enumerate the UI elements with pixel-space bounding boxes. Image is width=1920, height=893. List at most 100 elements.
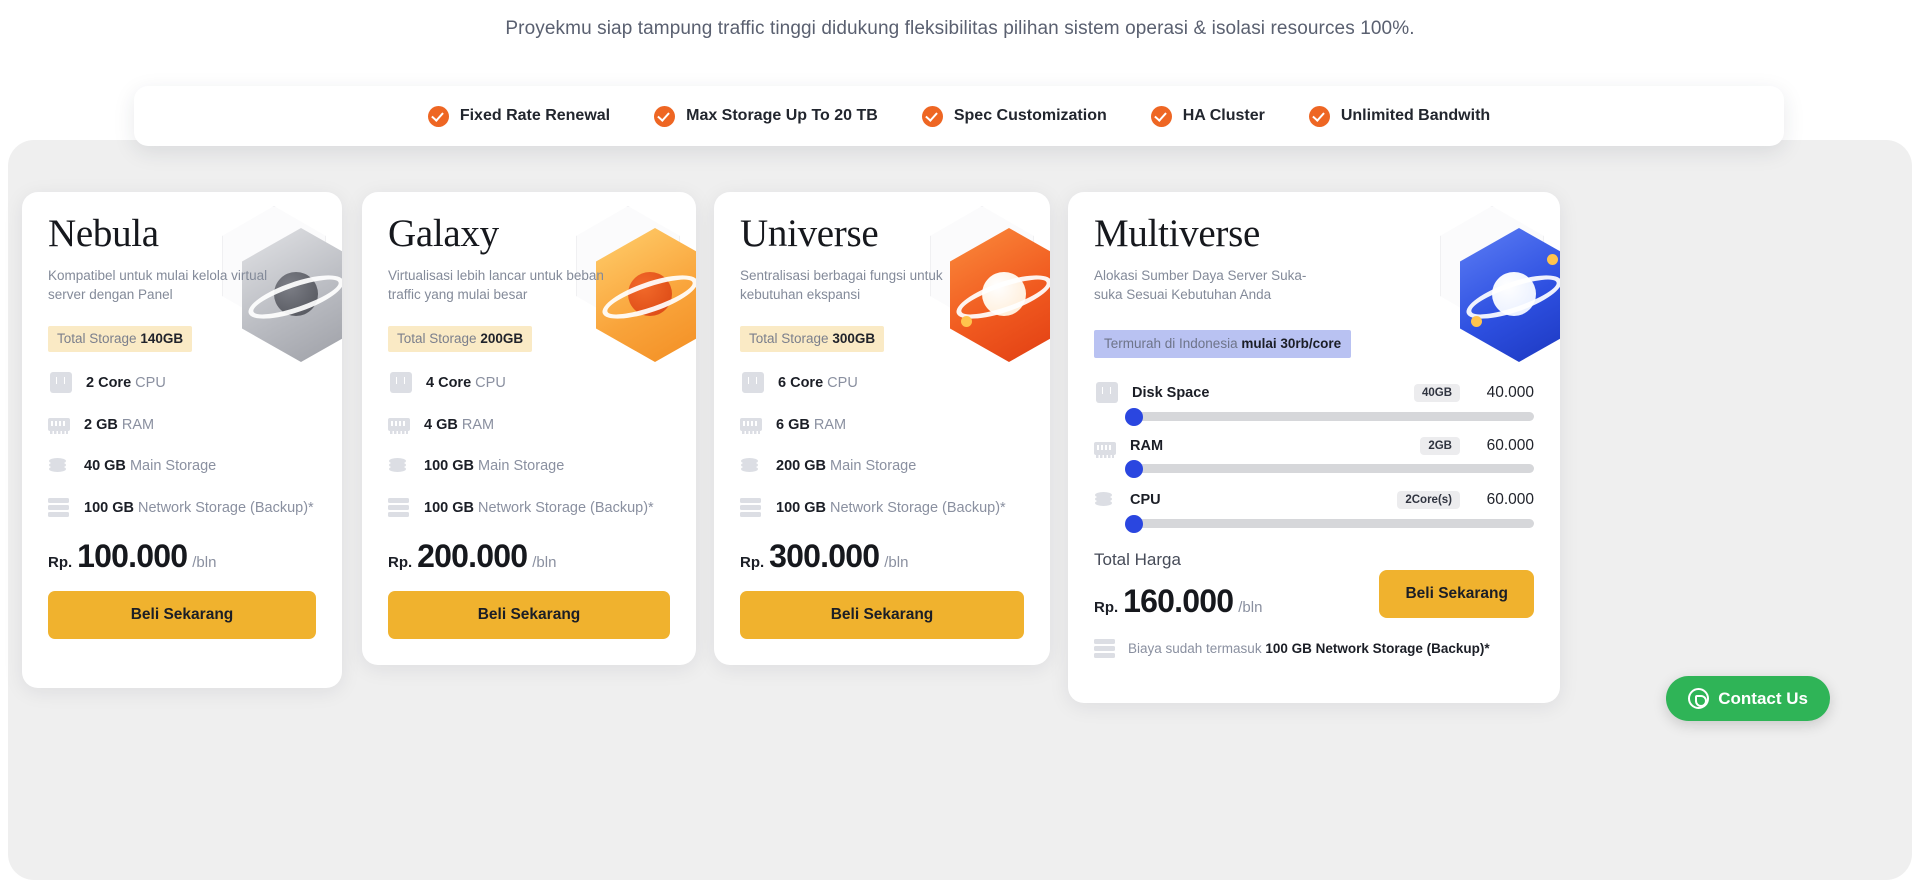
contact-us-button[interactable]: Contact Us <box>1666 676 1830 721</box>
disk-icon <box>1094 490 1116 510</box>
slider-row-cpu: CPU 2Core(s) 60.000 <box>1094 489 1534 528</box>
cpu-icon <box>50 372 72 393</box>
spec-item: 100 GB Network Storage (Backup)* <box>388 497 670 519</box>
spec-unit: Main Storage <box>478 458 564 474</box>
check-circle-icon <box>1309 106 1330 127</box>
price-period: /bln <box>192 554 216 571</box>
total-storage-value: 300GB <box>832 331 875 346</box>
network-icon <box>1094 639 1116 659</box>
plan-description: Sentralisasi berbagai fungsi untuk kebut… <box>740 266 975 304</box>
feature-item-3: HA Cluster <box>1151 106 1265 127</box>
feature-item-1: Max Storage Up To 20 TB <box>654 106 878 127</box>
spec-unit: Main Storage <box>830 458 916 474</box>
spec-value: 100 GB <box>776 500 826 516</box>
spec-list: 6 Core CPU 6 GB RAM 200 GB Main Storage … <box>740 372 1024 519</box>
disk-icon <box>740 456 762 476</box>
feature-label: Spec Customization <box>954 107 1107 125</box>
total-storage-value: 200GB <box>480 331 523 346</box>
slider-label: Disk Space <box>1132 385 1400 401</box>
plan-title: Multiverse <box>1094 214 1534 255</box>
total-storage-badge: Total Storage 140GB <box>48 326 192 352</box>
slider-thumb-ram[interactable] <box>1125 460 1143 478</box>
total-storage-badge: Total Storage 200GB <box>388 326 532 352</box>
slider-value-badge: 2Core(s) <box>1397 491 1460 509</box>
network-icon <box>740 498 762 518</box>
feature-label: Unlimited Bandwith <box>1341 107 1490 125</box>
spec-item: 40 GB Main Storage <box>48 455 316 477</box>
network-icon <box>388 498 410 518</box>
feature-label: Fixed Rate Renewal <box>460 107 610 125</box>
spec-value: 200 GB <box>776 458 826 474</box>
cpu-icon <box>742 372 764 393</box>
disk-icon <box>388 456 410 476</box>
price-period: /bln <box>1238 599 1262 616</box>
feature-item-2: Spec Customization <box>922 106 1107 127</box>
feature-bar: Fixed Rate Renewal Max Storage Up To 20 … <box>134 86 1784 146</box>
total-storage-value: 140GB <box>140 331 183 346</box>
resource-sliders: Disk Space 40GB 40.000 RAM 2GB <box>1094 382 1534 528</box>
plan-description: Virtualisasi lebih lancar untuk beban tr… <box>388 266 623 304</box>
pricing-card-galaxy[interactable]: Galaxy Virtualisasi lebih lancar untuk b… <box>362 192 696 665</box>
cheapest-value: mulai 30rb/core <box>1241 336 1341 351</box>
price-amount: 160.000 <box>1123 583 1233 620</box>
check-circle-icon <box>428 106 449 127</box>
buy-button[interactable]: Beli Sekarang <box>1379 570 1534 618</box>
spec-unit: CPU <box>135 375 166 391</box>
check-circle-icon <box>654 106 675 127</box>
slider-row-ram: RAM 2GB 60.000 <box>1094 437 1534 473</box>
currency: Rp. <box>740 554 764 571</box>
spec-value: 100 GB <box>84 500 134 516</box>
slider-thumb-disk[interactable] <box>1125 408 1143 426</box>
spec-item: 2 GB RAM <box>48 414 316 436</box>
spec-unit: CPU <box>475 375 506 391</box>
disk-icon <box>48 456 70 476</box>
spec-unit: RAM <box>814 417 846 433</box>
slider-price: 60.000 <box>1474 491 1534 509</box>
spec-item: 200 GB Main Storage <box>740 455 1024 477</box>
pricing-card-multiverse[interactable]: Multiverse Alokasi Sumber Daya Server Su… <box>1068 192 1560 703</box>
price-period: /bln <box>884 554 908 571</box>
slider-value-badge: 2GB <box>1420 437 1460 455</box>
plan-title: Galaxy <box>388 214 670 255</box>
spec-value: 100 GB <box>424 458 474 474</box>
buy-button[interactable]: Beli Sekarang <box>388 591 670 639</box>
ram-icon <box>740 418 762 431</box>
total-price-label: Total Harga <box>1094 550 1534 570</box>
spec-unit: Network Storage (Backup)* <box>830 500 1006 516</box>
total-storage-label: Total Storage <box>57 331 137 346</box>
check-circle-icon <box>922 106 943 127</box>
feature-label: HA Cluster <box>1183 107 1265 125</box>
price-period: /bln <box>532 554 556 571</box>
spec-item: 100 GB Network Storage (Backup)* <box>740 497 1024 519</box>
feature-item-4: Unlimited Bandwith <box>1309 106 1490 127</box>
spec-unit: Main Storage <box>130 458 216 474</box>
buy-button[interactable]: Beli Sekarang <box>48 591 316 639</box>
slider-price: 40.000 <box>1474 384 1534 402</box>
pricing-card-universe[interactable]: Universe Sentralisasi berbagai fungsi un… <box>714 192 1050 665</box>
spec-value: 6 GB <box>776 417 810 433</box>
plan-description: Kompatibel untuk mulai kelola virtual se… <box>48 266 283 304</box>
pricing-card-nebula[interactable]: Nebula Kompatibel untuk mulai kelola vir… <box>22 192 342 688</box>
spec-item: 2 Core CPU <box>48 372 316 394</box>
slider-row-disk: Disk Space 40GB 40.000 <box>1094 382 1534 421</box>
spec-item: 100 GB Main Storage <box>388 455 670 477</box>
slider-thumb-cpu[interactable] <box>1125 515 1143 533</box>
feature-label: Max Storage Up To 20 TB <box>686 107 878 125</box>
cpu-icon <box>1096 382 1118 403</box>
spec-value: 4 Core <box>426 375 471 391</box>
spec-unit: RAM <box>462 417 494 433</box>
total-storage-label: Total Storage <box>397 331 477 346</box>
spec-item: 6 GB RAM <box>740 414 1024 436</box>
total-storage-label: Total Storage <box>749 331 829 346</box>
slider-track-disk[interactable] <box>1130 412 1534 421</box>
buy-button[interactable]: Beli Sekarang <box>740 591 1024 639</box>
slider-track-ram[interactable] <box>1130 464 1534 473</box>
spec-unit: Network Storage (Backup)* <box>138 500 314 516</box>
slider-track-cpu[interactable] <box>1130 519 1534 528</box>
check-circle-icon <box>1151 106 1172 127</box>
spec-unit: CPU <box>827 375 858 391</box>
spec-list: 2 Core CPU 2 GB RAM 40 GB Main Storage 1… <box>48 372 316 519</box>
total-storage-badge: Total Storage 300GB <box>740 326 884 352</box>
price-row: Rp. 100.000 /bln <box>48 538 316 575</box>
currency: Rp. <box>388 554 412 571</box>
